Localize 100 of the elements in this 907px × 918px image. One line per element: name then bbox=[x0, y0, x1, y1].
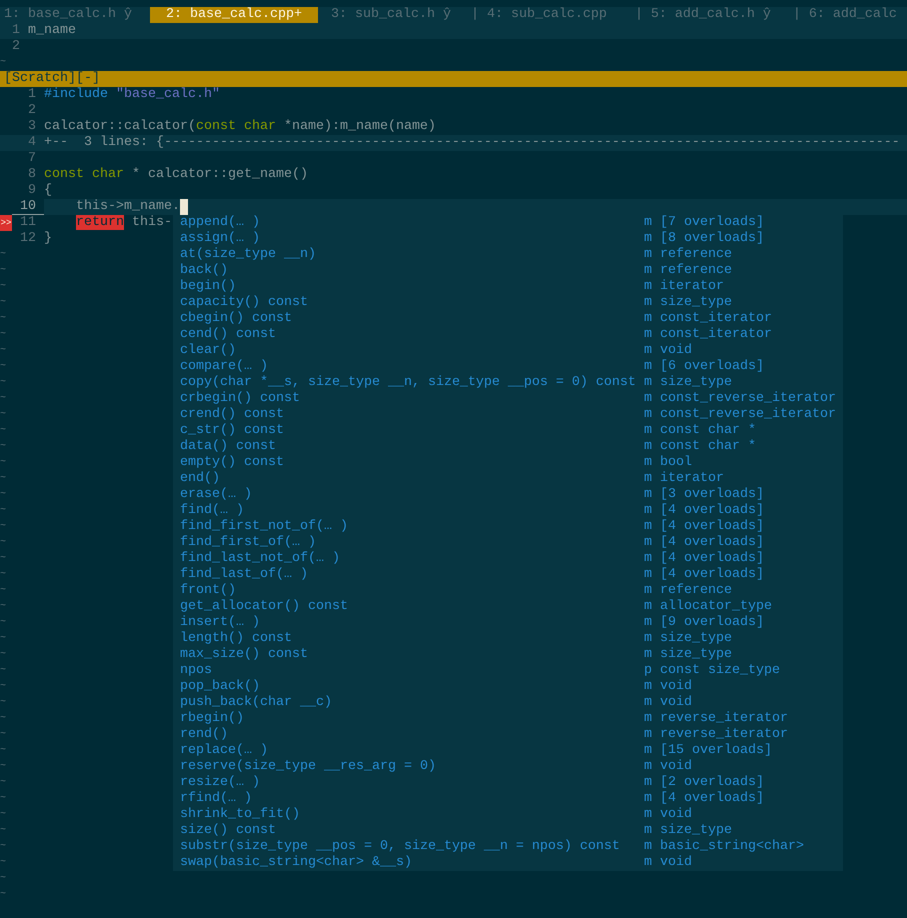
tab[interactable]: | 5: add_calc.h ŷ bbox=[634, 7, 771, 23]
completion-name[interactable]: find_first_not_of(… ) bbox=[173, 519, 644, 535]
tab[interactable]: | 6: add_calc bbox=[792, 7, 897, 23]
completion-type: [4 overloads] bbox=[660, 551, 764, 567]
completion-kind: m bbox=[644, 375, 653, 391]
completion-name[interactable]: compare(… ) bbox=[173, 359, 644, 375]
completion-name[interactable]: shrink_to_fit() bbox=[173, 807, 644, 823]
completion-name[interactable]: copy(char *__s, size_type __n, size_type __pos = 0) const bbox=[173, 375, 644, 391]
completion-name[interactable]: assign(… ) bbox=[173, 231, 644, 247]
completion-name[interactable]: get_allocator() const bbox=[173, 599, 644, 615]
completion-name[interactable]: rend() bbox=[173, 727, 644, 743]
completion-name[interactable]: rbegin() bbox=[173, 711, 644, 727]
completion-name[interactable]: crend() const bbox=[173, 407, 644, 423]
completion-type: size_type bbox=[660, 295, 732, 311]
completion-type: size_type bbox=[660, 375, 732, 391]
completion-name[interactable]: cend() const bbox=[173, 327, 644, 343]
completion-name[interactable]: replace(… ) bbox=[173, 743, 644, 759]
filler-line: ~ bbox=[0, 408, 6, 422]
completion-kind: m bbox=[644, 391, 653, 407]
completion-type: reference bbox=[660, 263, 732, 279]
tab[interactable]: 1: base_calc.h ŷ bbox=[4, 7, 132, 23]
completion-name[interactable]: front() bbox=[173, 583, 644, 599]
completion-type: void bbox=[660, 343, 692, 359]
filler-line: ~ bbox=[0, 776, 6, 790]
completion-kind: m bbox=[644, 775, 653, 791]
completion-name[interactable]: length() const bbox=[173, 631, 644, 647]
completion-name[interactable]: find_last_not_of(… ) bbox=[173, 551, 644, 567]
completion-kind: m bbox=[644, 295, 653, 311]
filler-line: ~ bbox=[0, 888, 6, 902]
completion-name[interactable]: push_back(char __c) bbox=[173, 695, 644, 711]
completion-name[interactable]: c_str() const bbox=[173, 423, 644, 439]
completion-type: const_reverse_iterator bbox=[660, 391, 836, 407]
filler-line: ~ bbox=[0, 456, 6, 470]
tab[interactable]: | 4: sub_calc.cpp bbox=[470, 7, 607, 23]
completion-type: [6 overloads] bbox=[660, 359, 764, 375]
filler-line: ~ bbox=[0, 744, 6, 758]
completion-kind: m bbox=[644, 487, 653, 503]
completion-type: void bbox=[660, 679, 692, 695]
tab[interactable]: 2: base_calc.cpp+ bbox=[150, 7, 318, 23]
completion-name[interactable]: substr(size_type __pos = 0, size_type __n = npos) const bbox=[173, 839, 644, 855]
completion-name[interactable]: cbegin() const bbox=[173, 311, 644, 327]
completion-type: iterator bbox=[660, 471, 724, 487]
completion-kind: m bbox=[644, 631, 653, 647]
completion-name[interactable]: append(… ) bbox=[173, 215, 644, 231]
completion-kind: m bbox=[644, 679, 653, 695]
completion-name[interactable]: begin() bbox=[173, 279, 644, 295]
completion-name[interactable]: resize(… ) bbox=[173, 775, 644, 791]
completion-type: reverse_iterator bbox=[660, 711, 788, 727]
completion-kind: m bbox=[644, 615, 653, 631]
completion-kind: m bbox=[644, 535, 653, 551]
tab[interactable]: 3: sub_calc.h ŷ bbox=[330, 7, 451, 23]
completion-type: const_reverse_iterator bbox=[660, 407, 836, 423]
completion-name[interactable]: erase(… ) bbox=[173, 487, 644, 503]
filler-line: ~ bbox=[0, 664, 6, 678]
completion-name[interactable]: find(… ) bbox=[173, 503, 644, 519]
completion-type: void bbox=[660, 855, 692, 871]
filler-line: ~ bbox=[0, 728, 6, 742]
completion-kind: m bbox=[644, 791, 653, 807]
completion-name[interactable]: pop_back() bbox=[173, 679, 644, 695]
buffer-name: [Scratch][-] bbox=[3, 71, 100, 87]
completion-name[interactable]: find_last_of(… ) bbox=[173, 567, 644, 583]
completion-kind: m bbox=[644, 823, 653, 839]
line-number: 1 bbox=[11, 23, 20, 39]
completion-name[interactable]: npos bbox=[173, 663, 644, 679]
completion-name[interactable]: crbegin() const bbox=[173, 391, 644, 407]
completion-name[interactable]: capacity() const bbox=[173, 295, 644, 311]
completion-type: [8 overloads] bbox=[660, 231, 764, 247]
completion-kind: m bbox=[644, 839, 653, 855]
completion-name[interactable]: max_size() const bbox=[173, 647, 644, 663]
filler-line: ~ bbox=[0, 520, 6, 534]
completion-type: const_iterator bbox=[660, 311, 772, 327]
completion-kind: m bbox=[644, 743, 653, 759]
completion-name[interactable]: at(size_type __n) bbox=[173, 247, 644, 263]
completion-name[interactable]: swap(basic_string<char> &__s) bbox=[173, 855, 644, 871]
completion-type: const char * bbox=[660, 439, 756, 455]
completion-name[interactable]: rfind(… ) bbox=[173, 791, 644, 807]
completion-kind: m bbox=[644, 727, 653, 743]
completion-name[interactable]: end() bbox=[173, 471, 644, 487]
completion-name[interactable]: back() bbox=[173, 263, 644, 279]
completion-kind: m bbox=[644, 327, 653, 343]
completion-kind: m bbox=[644, 423, 653, 439]
completion-type: size_type bbox=[660, 631, 732, 647]
completion-name[interactable]: reserve(size_type __res_arg = 0) bbox=[173, 759, 644, 775]
completion-name[interactable]: size() const bbox=[173, 823, 644, 839]
completion-kind: m bbox=[644, 519, 653, 535]
code-line: } bbox=[44, 231, 52, 247]
completion-name[interactable]: empty() const bbox=[173, 455, 644, 471]
filler-line: ~ bbox=[0, 872, 6, 886]
filler-line: ~ bbox=[0, 392, 6, 406]
completion-name[interactable]: find_first_of(… ) bbox=[173, 535, 644, 551]
completion-type: [4 overloads] bbox=[660, 519, 764, 535]
completion-kind: m bbox=[644, 231, 653, 247]
filler-line: ~ bbox=[0, 488, 6, 502]
completion-kind: m bbox=[644, 711, 653, 727]
filler-line: ~ bbox=[0, 472, 6, 486]
completion-type: allocator_type bbox=[660, 599, 772, 615]
filler-line: ~ bbox=[0, 424, 6, 438]
completion-name[interactable]: clear() bbox=[173, 343, 644, 359]
completion-name[interactable]: insert(… ) bbox=[173, 615, 644, 631]
completion-name[interactable]: data() const bbox=[173, 439, 644, 455]
